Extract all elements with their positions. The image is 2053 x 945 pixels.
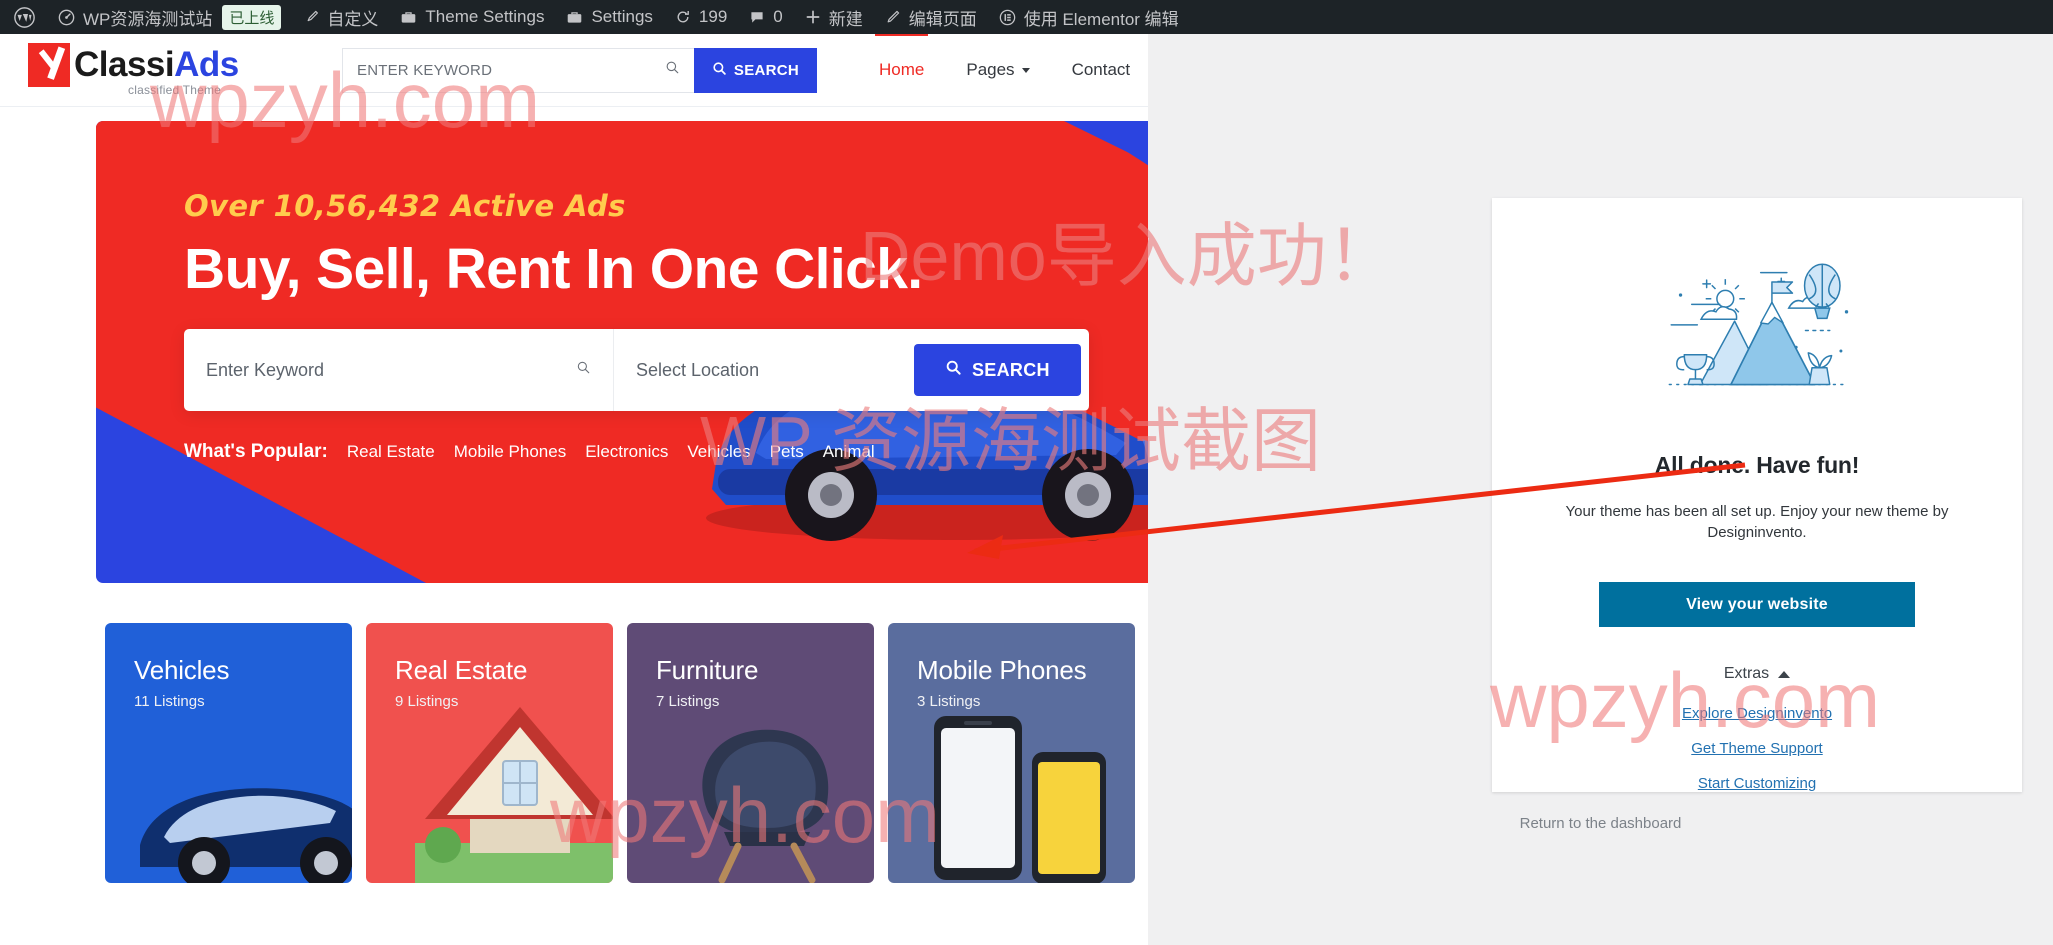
category-title: Furniture [656, 655, 759, 685]
pencil-icon [885, 9, 901, 25]
red-arrow-annotation [967, 462, 1746, 559]
extras-toggle[interactable]: Extras [1723, 665, 1791, 683]
vehicle-illustration [140, 788, 352, 883]
extras-label: Extras [1723, 665, 1770, 682]
nav-item-home[interactable]: Home [874, 34, 929, 107]
hero-title: Buy, Sell, Rent In One Click. [184, 237, 923, 301]
popular-label: What's Popular: [184, 441, 328, 463]
category-count: 7 Listings [656, 693, 720, 710]
search-icon [576, 360, 591, 380]
nav-item-home-label: Home [879, 60, 925, 79]
site-logo[interactable]: ClassiAds classified Theme [28, 43, 260, 97]
hero-location-input[interactable] [636, 359, 892, 381]
category-card-furniture[interactable]: Furniture 7 Listings [627, 623, 874, 883]
adminbar-edit-page-label: 编辑页面 [908, 9, 977, 29]
category-title: Vehicles [134, 655, 230, 685]
chevron-down-icon [1021, 67, 1030, 73]
view-your-website-button[interactable]: View your website [1599, 582, 1915, 627]
adminbar-settings[interactable]: Settings [555, 0, 663, 34]
site-header: ClassiAds classified Theme SEARCH Home [0, 34, 1148, 107]
adminbar-live-badge: 已上线 [222, 4, 282, 30]
hero-keyword-field[interactable] [184, 329, 614, 412]
search-icon [712, 61, 727, 80]
adminbar-updates[interactable]: 199 [664, 0, 738, 34]
adminbar-wordpress-logo[interactable] [0, 0, 47, 34]
category-card-mobile-phones[interactable]: Mobile Phones 3 Listings [888, 623, 1135, 883]
hero-search-form: SEARCH [184, 329, 1089, 412]
adminbar-elementor-label: 使用 Elementor 编辑 [1023, 9, 1179, 29]
adminbar-comments-count: 0 [773, 7, 783, 26]
hero-kicker: Over 10,56,432 Active Ads [184, 189, 626, 223]
popular-link-vehicles[interactable]: Vehicles [687, 442, 750, 462]
popular-link-pets[interactable]: Pets [770, 442, 804, 462]
start-customizing-link[interactable]: Start Customizing [1698, 775, 1816, 792]
adminbar-site-name[interactable]: WP资源海测试站 已上线 [47, 0, 292, 34]
adminbar-settings-label: Settings [591, 7, 653, 26]
hero-keyword-input[interactable] [206, 359, 576, 381]
logo-text-secondary: Ads [174, 45, 239, 84]
main-navigation: Home Pages Contact [874, 34, 1131, 107]
hero-content: Over 10,56,432 Active Ads Buy, Sell, Ren… [96, 121, 1148, 463]
comment-icon [749, 9, 765, 25]
wp-admin-bar: WP资源海测试站 已上线 自定义 Theme Settings Settings… [0, 0, 2053, 34]
nav-item-pages-label: Pages [966, 60, 1015, 79]
category-title: Real Estate [395, 655, 528, 685]
popular-link-animal[interactable]: Animal [823, 442, 875, 462]
adminbar-comments[interactable]: 0 [738, 0, 793, 34]
house-illustration [415, 707, 613, 883]
header-search-form: SEARCH [342, 47, 817, 93]
nav-item-contact[interactable]: Contact [1072, 34, 1131, 107]
briefcase-icon [566, 9, 583, 26]
adminbar-new[interactable]: 新建 [794, 0, 874, 34]
chair-illustration [702, 729, 829, 883]
header-search-button[interactable]: SEARCH [694, 47, 817, 93]
popular-link-mobile-phones[interactable]: Mobile Phones [454, 442, 566, 462]
briefcase-icon [400, 9, 417, 26]
category-count: 9 Listings [395, 693, 459, 710]
hero-search-button[interactable]: SEARCH [914, 344, 1081, 397]
plus-icon [805, 9, 821, 25]
popular-link-electronics[interactable]: Electronics [585, 442, 668, 462]
category-count: 11 Listings [134, 693, 205, 710]
category-card-grid: Vehicles 11 Listings Real Estate 9 Listi… [105, 623, 1148, 883]
hero-search-button-label: SEARCH [972, 359, 1050, 380]
adminbar-elementor-edit[interactable]: 使用 Elementor 编辑 [988, 0, 1190, 34]
checkmark-logo-icon [28, 43, 70, 87]
adminbar-updates-count: 199 [698, 7, 728, 26]
category-card-vehicles[interactable]: Vehicles 11 Listings [105, 623, 352, 883]
elementor-icon [999, 9, 1016, 26]
dashboard-icon [58, 9, 75, 26]
category-title: Mobile Phones [917, 655, 1087, 685]
chevron-up-icon [1778, 670, 1791, 678]
nav-item-pages[interactable]: Pages [966, 34, 1030, 107]
category-card-real-estate[interactable]: Real Estate 9 Listings [366, 623, 613, 883]
search-icon [665, 60, 680, 80]
adminbar-theme-settings-label: Theme Settings [425, 7, 545, 26]
header-search-button-label: SEARCH [733, 61, 800, 79]
return-to-dashboard-link[interactable]: Return to the dashboard [1148, 815, 2053, 832]
header-search-field[interactable] [342, 47, 694, 93]
search-icon [945, 359, 962, 381]
explore-designinvento-link[interactable]: Explore Designinvento [1682, 705, 1832, 722]
paintbrush-icon [303, 9, 319, 25]
extras-link-list: Explore Designinvento Get Theme Support … [1682, 705, 1832, 792]
logo-tagline: classified Theme [128, 83, 222, 97]
category-count: 3 Listings [917, 693, 981, 710]
adminbar-theme-settings[interactable]: Theme Settings [389, 0, 555, 34]
update-icon [675, 9, 691, 25]
adminbar-site-label: WP资源海测试站 [83, 9, 213, 29]
popular-link-real-estate[interactable]: Real Estate [347, 442, 435, 462]
logo-text-primary: Classi [74, 45, 175, 84]
adminbar-customize-label: 自定义 [327, 9, 379, 29]
header-search-input[interactable] [357, 61, 657, 79]
nav-item-contact-label: Contact [1071, 60, 1131, 79]
adminbar-new-label: 新建 [828, 9, 863, 29]
adminbar-customize[interactable]: 自定义 [292, 0, 389, 34]
adminbar-edit-page[interactable]: 编辑页面 [874, 0, 988, 34]
hero-location-field[interactable] [614, 329, 914, 411]
get-theme-support-link[interactable]: Get Theme Support [1691, 740, 1822, 757]
mountain-balloon-illustration [1668, 263, 1849, 386]
phones-illustration [934, 716, 1106, 883]
wordpress-icon [14, 6, 35, 28]
